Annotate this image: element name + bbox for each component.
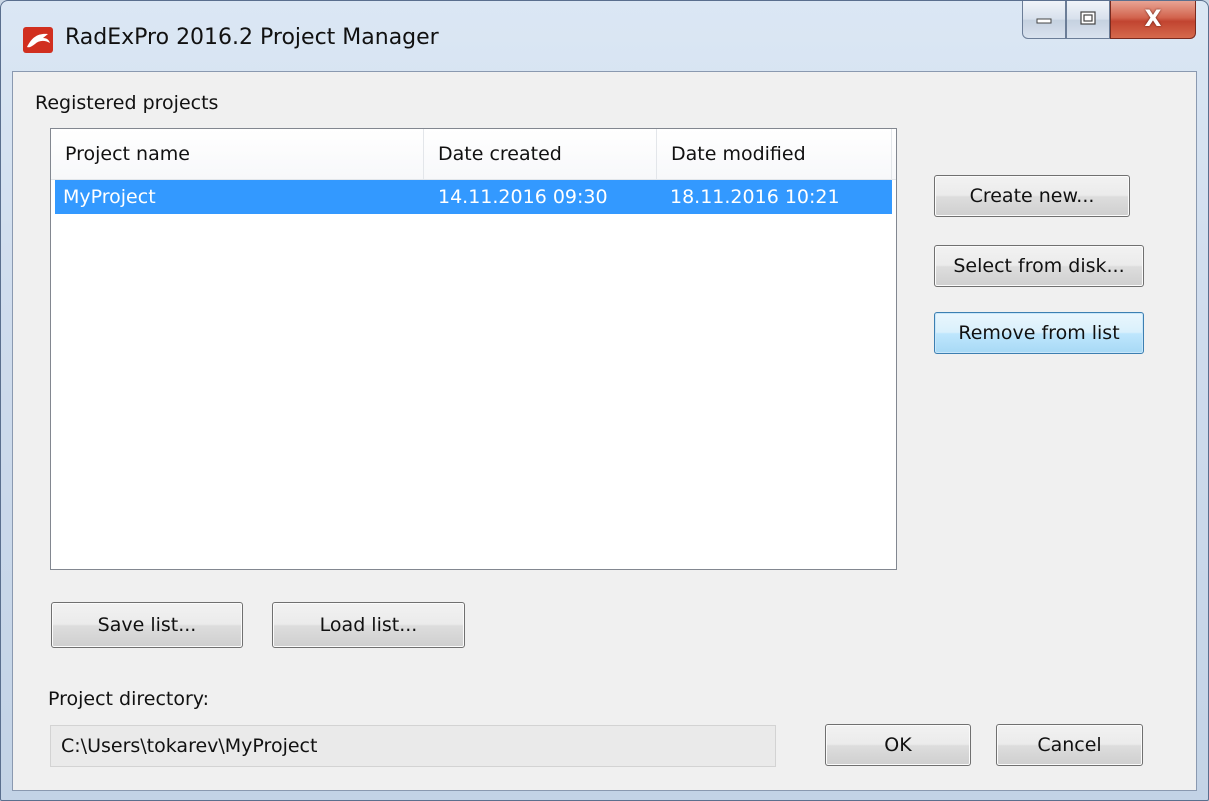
project-name-cell: MyProject (63, 186, 156, 208)
project-directory-field[interactable]: C:\Users\tokarev\MyProject (50, 725, 776, 767)
column-header-date-created[interactable]: Date created (424, 129, 657, 179)
date-created-cell: 14.11.2016 09:30 (438, 186, 608, 208)
window-title: RadExPro 2016.2 Project Manager (65, 25, 439, 50)
title-bar[interactable]: RadExPro 2016.2 Project Manager X (1, 1, 1208, 71)
projects-list-header: Project name Date created Date modified (51, 129, 896, 180)
registered-projects-label: Registered projects (35, 92, 219, 114)
radexpro-app-icon[interactable] (23, 27, 53, 53)
project-row[interactable]: MyProject 14.11.2016 09:30 18.11.2016 10… (55, 180, 892, 214)
column-header-date-modified[interactable]: Date modified (657, 129, 892, 179)
close-button[interactable]: X (1110, 1, 1196, 39)
date-modified-cell: 18.11.2016 10:21 (670, 186, 840, 208)
minimize-button[interactable] (1022, 1, 1066, 39)
maximize-icon (1079, 10, 1097, 30)
caption-buttons: X (1022, 1, 1196, 41)
ok-button[interactable]: OK (825, 724, 971, 766)
maximize-button[interactable] (1066, 1, 1110, 39)
projects-list[interactable]: Project name Date created Date modified … (50, 128, 897, 570)
project-manager-window: RadExPro 2016.2 Project Manager X Regist… (0, 0, 1209, 801)
dialog-client-area: Registered projects Project name Date cr… (12, 71, 1197, 791)
close-icon: X (1144, 7, 1162, 32)
load-list-button[interactable]: Load list... (272, 602, 465, 648)
cancel-button[interactable]: Cancel (996, 724, 1143, 766)
minimize-icon (1035, 10, 1053, 29)
create-new-button[interactable]: Create new... (934, 175, 1130, 217)
select-from-disk-button[interactable]: Select from disk... (934, 245, 1144, 287)
column-header-project-name[interactable]: Project name (51, 129, 424, 179)
project-directory-label: Project directory: (48, 688, 210, 710)
remove-from-list-button[interactable]: Remove from list (934, 312, 1144, 354)
save-list-button[interactable]: Save list... (51, 602, 243, 648)
